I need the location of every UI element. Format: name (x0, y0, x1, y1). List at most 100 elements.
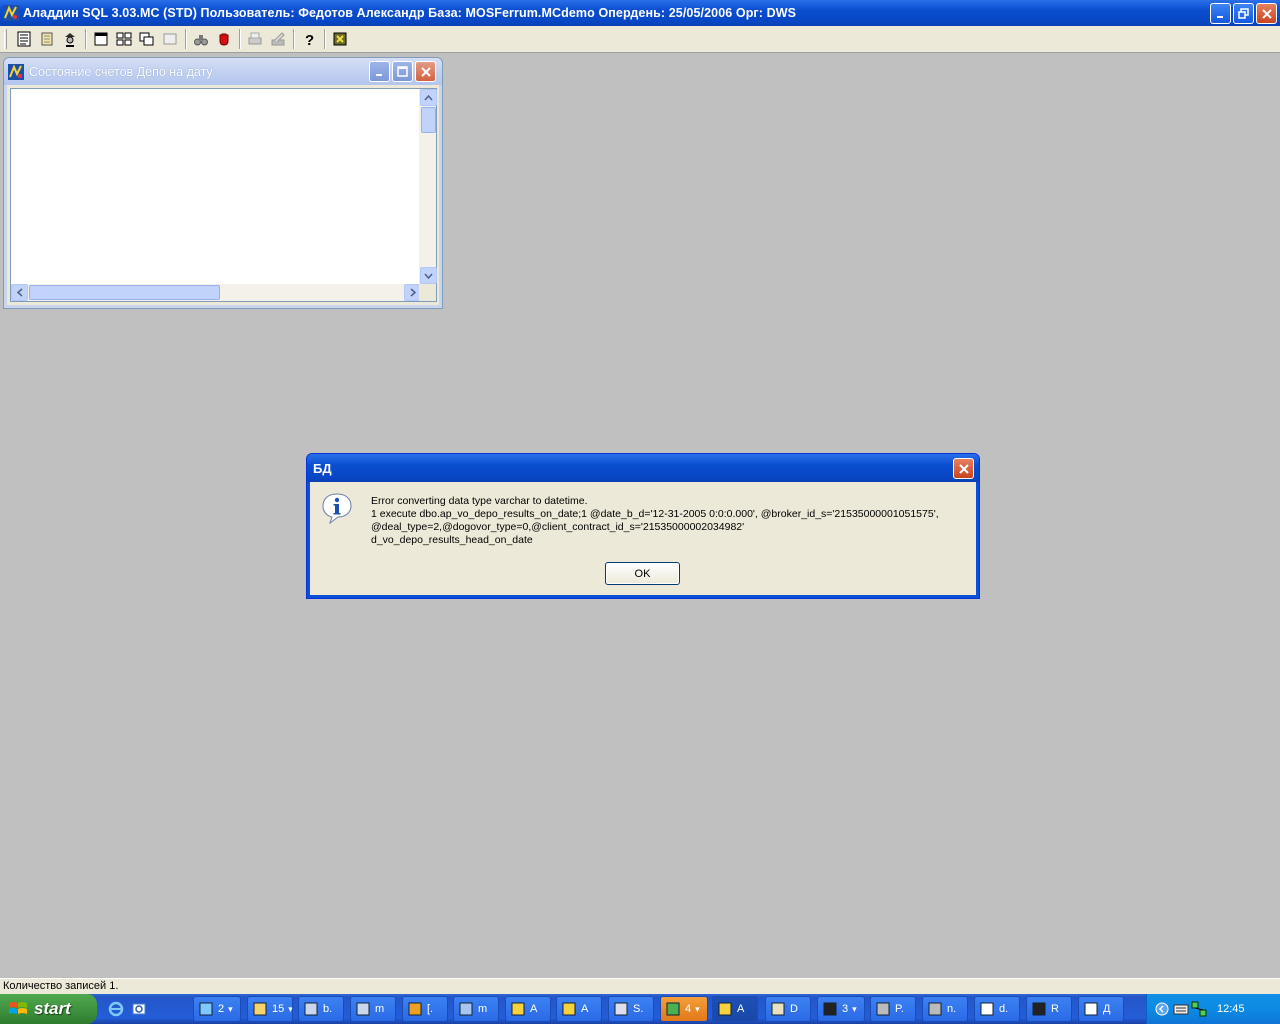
minimize-button[interactable] (1210, 3, 1231, 24)
close-icon (958, 463, 969, 474)
error-message: Error converting data type varchar to da… (371, 495, 939, 547)
horizontal-scroll-thumb[interactable] (29, 285, 220, 300)
dialog-titlebar[interactable]: БД (307, 454, 979, 482)
restore-button[interactable] (1233, 3, 1254, 24)
chevron-left-icon (16, 288, 22, 297)
taskbar-button-label: 2 (218, 1003, 225, 1015)
taskbar-button-label: P. (895, 1003, 904, 1015)
taskbar-button[interactable]: [. (402, 996, 448, 1022)
cascade-windows-button[interactable] (136, 28, 158, 50)
wizard-icon (65, 33, 75, 47)
taskbar-button-label: b. (323, 1003, 333, 1015)
child-close-button[interactable] (415, 61, 436, 82)
system-tray: 12:45 (1146, 994, 1280, 1024)
taskbar-button-label: d. (999, 1003, 1009, 1015)
scroll-up-button[interactable] (420, 89, 437, 106)
information-icon (322, 493, 352, 524)
internet-explorer-icon[interactable] (108, 1001, 124, 1017)
find-button[interactable] (190, 28, 212, 50)
group-dropdown-icon: ▾ (852, 1003, 857, 1014)
stop-hand-icon (219, 33, 229, 46)
vertical-scroll-thumb[interactable] (421, 107, 436, 133)
depo-accounts-window[interactable]: Состояние счетов Депо на дату (3, 57, 443, 309)
child-minimize-button[interactable] (369, 61, 390, 82)
close-button[interactable] (1256, 3, 1277, 24)
taskbar-button[interactable]: Д (1078, 996, 1124, 1022)
taskbar-button[interactable]: P. (870, 996, 916, 1022)
taskbar-button[interactable]: A (712, 996, 758, 1022)
taskbar-button-label: D (790, 1003, 798, 1015)
taskbar-button[interactable]: R (1026, 996, 1072, 1022)
network-icon[interactable] (1191, 1001, 1207, 1017)
message-line: @deal_type=2,@dogovor_type=0,@client_con… (371, 521, 745, 533)
chevron-right-icon (410, 288, 416, 297)
taskbar-button-label: 4 (685, 1003, 692, 1015)
database-button[interactable] (36, 28, 58, 50)
outlook-express-icon[interactable] (131, 1001, 147, 1017)
settings-icon (928, 1002, 942, 1016)
scrollbar-corner (419, 284, 436, 301)
clock[interactable]: 12:45 (1217, 1003, 1245, 1015)
taskbar-button[interactable]: m (453, 996, 499, 1022)
scroll-down-button[interactable] (420, 267, 437, 284)
toolbar-grip[interactable] (4, 29, 7, 49)
taskbar-button[interactable]: D (765, 996, 811, 1022)
stop-button[interactable] (213, 28, 235, 50)
dialog-close-button[interactable] (953, 458, 974, 479)
taskbar-button[interactable]: A (556, 996, 602, 1022)
taskbar-button-label: [. (427, 1003, 434, 1015)
new-window-button[interactable] (90, 28, 112, 50)
tile-windows-button[interactable] (113, 28, 135, 50)
app-titlebar: Аладдин SQL 3.03.MC (STD) Пользователь: … (0, 0, 1280, 26)
toolbar-separator (324, 29, 326, 49)
close-icon (420, 66, 431, 77)
program-icon (304, 1002, 318, 1016)
vertical-scrollbar[interactable] (419, 89, 437, 284)
show-hidden-icons-icon[interactable] (1155, 1002, 1169, 1016)
results-list[interactable] (10, 88, 437, 302)
window-icon (980, 1002, 994, 1016)
child-maximize-button[interactable] (392, 61, 413, 82)
taskbar-button[interactable]: 15 ▾ (247, 996, 293, 1022)
notes-button[interactable] (13, 28, 35, 50)
scroll-left-button[interactable] (11, 284, 28, 301)
taskbar-button[interactable]: m (350, 996, 396, 1022)
toolbar-separator (85, 29, 87, 49)
wizard-button[interactable] (59, 28, 81, 50)
group-dropdown-icon: ▾ (288, 1003, 293, 1014)
taskbar-button[interactable]: n. (922, 996, 968, 1022)
record-count-text: Количество записей 1. (3, 980, 119, 992)
restore-icon (1238, 8, 1249, 19)
error-dialog[interactable]: БД Error converting data type varchar to… (306, 453, 980, 599)
taskbar-button[interactable]: 3 ▾ (817, 996, 865, 1022)
keyboard-icon[interactable] (1173, 1002, 1189, 1016)
message-line: 1 execute dbo.ap_vo_depo_results_on_date… (371, 508, 939, 520)
maximize-icon (397, 66, 408, 77)
taskbar-button[interactable]: 4 ▾ (660, 996, 708, 1022)
settings-icon (876, 1002, 890, 1016)
taskbar-button[interactable]: d. (974, 996, 1020, 1022)
taskbar: start 2▾15▾b.m[.mAAS.4▾AD3▾P.n.d.RД EN 1… (0, 994, 1280, 1024)
print-icon (248, 32, 262, 45)
taskbar-button-label: m (375, 1003, 385, 1015)
minimize-icon (1216, 15, 1223, 18)
start-button[interactable]: start (0, 994, 97, 1024)
disabled-window-button (159, 28, 181, 50)
chevron-down-icon (424, 273, 433, 279)
folder-icon (253, 1002, 267, 1016)
taskbar-button-label: n. (947, 1003, 957, 1015)
plugin-button[interactable] (329, 28, 351, 50)
taskbar-button[interactable]: A (505, 996, 551, 1022)
plugin-icon (333, 32, 347, 46)
dialog-title: БД (313, 460, 332, 476)
horizontal-scrollbar[interactable] (11, 284, 421, 301)
chevron-up-icon (424, 94, 433, 100)
product-icon (666, 1002, 680, 1016)
help-button[interactable]: ? (298, 28, 320, 50)
taskbar-button[interactable]: b. (298, 996, 344, 1022)
taskbar-button[interactable]: S. (608, 996, 654, 1022)
taskbar-button-label: S. (633, 1003, 644, 1015)
taskbar-button[interactable]: 2 ▾ (193, 996, 241, 1022)
status-bar: Количество записей 1. (0, 978, 1280, 994)
ok-button[interactable]: OK (605, 562, 680, 585)
